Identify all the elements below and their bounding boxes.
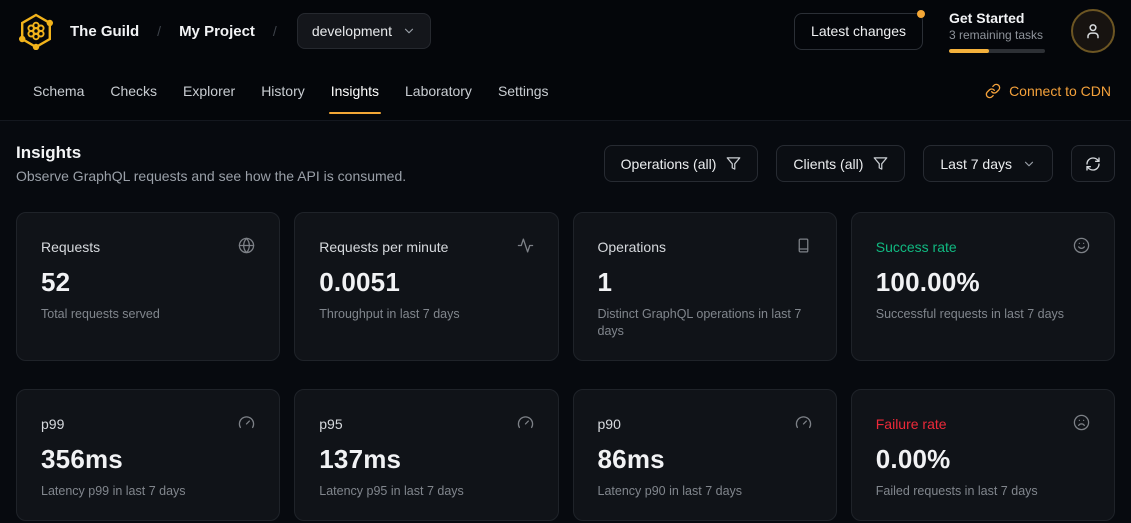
stat-card-operations: Operations 1 Distinct GraphQL operations… xyxy=(573,212,837,361)
clients-filter-button[interactable]: Clients (all) xyxy=(776,145,905,182)
latest-changes-label: Latest changes xyxy=(811,23,906,39)
breadcrumb-org[interactable]: The Guild xyxy=(66,23,143,40)
get-started-subtitle: 3 remaining tasks xyxy=(949,28,1045,42)
insights-page: Insights Observe GraphQL requests and se… xyxy=(0,121,1131,523)
tab-insights[interactable]: Insights xyxy=(318,62,392,120)
card-value: 0.00% xyxy=(876,444,1090,475)
stat-card-p90: p90 86ms Latency p90 in last 7 days xyxy=(573,389,837,521)
tab-explorer[interactable]: Explorer xyxy=(170,62,248,120)
get-started-title: Get Started xyxy=(949,10,1045,26)
gauge-icon xyxy=(238,414,255,431)
stat-card-failure-rate: Failure rate 0.00% Failed requests in la… xyxy=(851,389,1115,521)
stat-card-p95: p95 137ms Latency p95 in last 7 days xyxy=(294,389,558,521)
stat-card-requests-per-minute: Requests per minute 0.0051 Throughput in… xyxy=(294,212,558,361)
environment-dropdown[interactable]: development xyxy=(297,13,431,49)
breadcrumb-project[interactable]: My Project xyxy=(175,23,259,40)
card-value: 100.00% xyxy=(876,267,1090,298)
refresh-icon xyxy=(1085,156,1101,172)
get-started-widget[interactable]: Get Started 3 remaining tasks xyxy=(949,10,1045,53)
book-icon xyxy=(795,237,812,254)
card-value: 52 xyxy=(41,267,255,298)
filter-icon xyxy=(726,156,741,171)
gauge-icon xyxy=(517,414,534,431)
stats-grid-row-1: Requests 52 Total requests served Reques… xyxy=(0,212,1131,361)
link-icon xyxy=(985,83,1001,99)
stat-card-p99: p99 356ms Latency p99 in last 7 days xyxy=(16,389,280,521)
card-title: p95 xyxy=(319,416,342,432)
card-title: Success rate xyxy=(876,239,957,255)
hive-logo-icon[interactable] xyxy=(16,11,56,51)
smile-icon xyxy=(1073,237,1090,254)
card-description: Latency p99 in last 7 days xyxy=(41,483,255,500)
chevron-down-icon xyxy=(402,24,416,38)
environment-label: development xyxy=(312,23,392,39)
card-value: 0.0051 xyxy=(319,267,533,298)
latest-changes-button[interactable]: Latest changes xyxy=(794,13,923,50)
tab-laboratory[interactable]: Laboratory xyxy=(392,62,485,120)
card-description: Total requests served xyxy=(41,306,255,323)
card-title: p99 xyxy=(41,416,64,432)
card-description: Latency p90 in last 7 days xyxy=(598,483,812,500)
tab-checks[interactable]: Checks xyxy=(97,62,170,120)
operations-filter-label: Operations (all) xyxy=(621,156,717,172)
gauge-icon xyxy=(795,414,812,431)
stat-card-requests: Requests 52 Total requests served xyxy=(16,212,280,361)
page-description: Observe GraphQL requests and see how the… xyxy=(16,168,406,184)
card-description: Failed requests in last 7 days xyxy=(876,483,1090,500)
connect-to-cdn-link[interactable]: Connect to CDN xyxy=(985,83,1111,99)
chevron-down-icon xyxy=(1022,157,1036,171)
frown-icon xyxy=(1073,414,1090,431)
connect-to-cdn-label: Connect to CDN xyxy=(1009,83,1111,99)
activity-icon xyxy=(517,237,534,254)
insights-header: Insights Observe GraphQL requests and se… xyxy=(16,143,406,184)
card-value: 137ms xyxy=(319,444,533,475)
get-started-progress-fill xyxy=(949,49,989,53)
stats-grid-row-2: p99 356ms Latency p99 in last 7 days p95 xyxy=(0,389,1131,521)
user-avatar[interactable] xyxy=(1071,9,1115,53)
filter-icon xyxy=(873,156,888,171)
card-description: Successful requests in last 7 days xyxy=(876,306,1090,323)
project-tabbar: Schema Checks Explorer History Insights … xyxy=(0,62,1131,121)
card-value: 1 xyxy=(598,267,812,298)
card-value: 86ms xyxy=(598,444,812,475)
breadcrumb-separator: / xyxy=(153,23,165,39)
card-title: Failure rate xyxy=(876,416,947,432)
get-started-progressbar xyxy=(949,49,1045,53)
tab-history[interactable]: History xyxy=(248,62,318,120)
card-description: Throughput in last 7 days xyxy=(319,306,533,323)
card-title: Operations xyxy=(598,239,666,255)
card-title: p90 xyxy=(598,416,621,432)
breadcrumb-separator: / xyxy=(269,23,281,39)
operations-filter-button[interactable]: Operations (all) xyxy=(604,145,759,182)
period-label: Last 7 days xyxy=(940,156,1012,172)
tabs: Schema Checks Explorer History Insights … xyxy=(20,62,562,120)
refresh-button[interactable] xyxy=(1071,145,1115,182)
clients-filter-label: Clients (all) xyxy=(793,156,863,172)
card-description: Latency p95 in last 7 days xyxy=(319,483,533,500)
globe-icon xyxy=(238,237,255,254)
user-icon xyxy=(1083,21,1103,41)
top-header: The Guild / My Project / development Lat… xyxy=(0,0,1131,62)
card-description: Distinct GraphQL operations in last 7 da… xyxy=(598,306,812,340)
card-title: Requests per minute xyxy=(319,239,448,255)
notification-dot xyxy=(917,10,925,18)
filters-toolbar: Operations (all) Clients (all) Last 7 da… xyxy=(604,145,1115,182)
page-title: Insights xyxy=(16,143,406,163)
period-dropdown[interactable]: Last 7 days xyxy=(923,145,1053,182)
card-title: Requests xyxy=(41,239,100,255)
card-value: 356ms xyxy=(41,444,255,475)
stat-card-success-rate: Success rate 100.00% Successful requests… xyxy=(851,212,1115,361)
tab-settings[interactable]: Settings xyxy=(485,62,562,120)
tab-schema[interactable]: Schema xyxy=(20,62,97,120)
